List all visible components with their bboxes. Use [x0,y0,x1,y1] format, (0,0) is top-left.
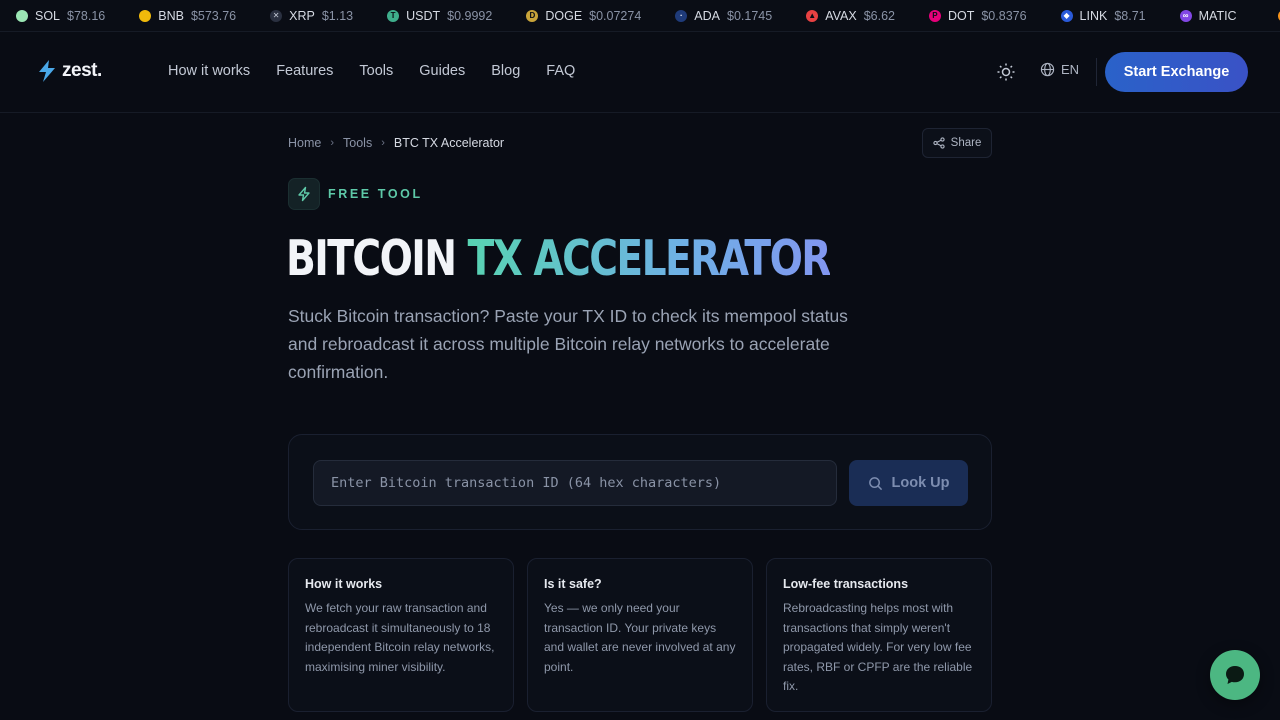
ticker-item: ◆ LINK $8.71 [1060,8,1146,23]
share-button[interactable]: Share [922,128,992,158]
search-card: Look Up [288,434,992,530]
ticker-item: BNB $573.76 [139,9,236,23]
usdt-coin-icon: T [387,9,400,22]
dot-coin-icon: P [928,9,941,22]
nav-blog[interactable]: Blog [491,63,520,79]
main-nav: How it works Features Tools Guides Blog … [168,63,601,79]
ticker-price: $8.71 [1114,8,1146,23]
ticker-item: P DOT $0.8376 [928,8,1027,23]
breadcrumb-tools[interactable]: Tools [343,136,372,150]
ticker-item: D DOGE $0.07274 [526,9,641,23]
ticker-price: $1.13 [321,8,354,23]
logo-text: zest. [62,60,102,81]
nav-features[interactable]: Features [276,63,333,79]
ticker-symbol: LINK [1079,8,1108,23]
start-exchange-button[interactable]: Start Exchange [1105,52,1248,92]
ticker-symbol: XRP [289,8,315,23]
look-up-button[interactable]: Look Up [849,460,968,506]
ticker-symbol: AVAX [825,8,857,23]
ticker-price: $0.07274 [589,8,642,23]
site-header: zest. How it works Features Tools Guides… [0,32,1280,113]
ticker-symbol: SOL [35,8,61,23]
page-title-part1: BITCOIN [286,230,468,287]
nav-how-it-works[interactable]: How it works [168,63,250,79]
ticker-item: ▲ AVAX $6.62 [806,9,895,23]
info-card-title: Low-fee transactions [783,577,909,591]
language-selector[interactable]: EN [1040,62,1079,77]
info-card-title: Is it safe? [544,577,602,591]
link-coin-icon: ◆ [1060,9,1073,22]
look-up-label: Look Up [891,475,950,491]
ticker-symbol: ADA [694,8,720,23]
ticker-symbol: BNB [158,8,184,23]
ticker-item: ✕ XRP $1.13 [270,9,353,23]
ticker-item: SOL $78.16 [16,9,105,23]
doge-coin-icon: D [526,9,539,22]
info-card-how-it-works: How it works We fetch your raw transacti… [288,558,514,712]
tx-id-input[interactable] [313,460,837,506]
page-title-part2: TX ACCELERATOR [467,230,832,287]
matic-coin-icon: ∞ [1179,9,1192,22]
bnb-coin-icon [139,9,152,22]
ticker-price: $78.16 [67,8,106,23]
ticker-symbol: DOGE [545,8,583,23]
free-tool-badge-icon [288,178,320,210]
chat-bubble-icon [1226,666,1244,684]
xrp-coin-icon: ✕ [270,9,283,22]
info-card-body: Rebroadcasting helps most with transacti… [783,601,973,694]
sun-icon [997,63,1015,81]
bolt-logo-icon [39,60,55,82]
page-title: BITCOIN TX ACCELERATOR [286,226,832,292]
nav-faq[interactable]: FAQ [546,63,575,79]
ticker-price: $0.1745 [727,8,773,23]
ada-coin-icon: · [675,9,688,22]
breadcrumb-current: BTC TX Accelerator [393,136,505,150]
ticker-price: $0.8376 [981,8,1027,23]
theme-toggle-button[interactable] [996,62,1016,82]
sol-coin-icon [16,9,28,22]
ticker-symbol: MATIC [1198,8,1237,23]
share-label: Share [950,137,982,149]
ticker-price: $6.62 [863,8,895,23]
ticker-price: $0.9992 [447,8,493,23]
logo[interactable]: zest. [38,60,102,82]
breadcrumb-home[interactable]: Home [288,136,321,150]
info-card-body: We fetch your raw transaction and rebroa… [305,601,495,674]
nav-tools[interactable]: Tools [359,63,393,79]
page-subtitle: Stuck Bitcoin transaction? Paste your TX… [288,306,848,382]
ticker-price: $573.76 [190,8,237,23]
share-icon [933,137,945,149]
ticker-symbol: USDT [406,8,441,23]
price-ticker: SOL $78.16 BNB $573.76 ✕ XRP $1.13 T USDT $0.9992… [0,0,1280,32]
avax-coin-icon: ▲ [806,9,819,22]
breadcrumb: Home › Tools › BTC TX Accelerator [288,136,504,150]
ticker-item: T USDT $0.9992 [387,9,492,23]
info-card-body: Yes — we only need your transaction ID. … [544,601,736,674]
search-icon [868,476,882,490]
chat-button[interactable] [1210,650,1260,700]
chevron-right-icon: › [381,137,385,149]
info-card-is-it-safe: Is it safe? Yes — we only need your tran… [527,558,753,712]
globe-icon [1040,62,1055,77]
header-divider [1096,58,1097,86]
ticker-item: ∞ MATIC [1179,8,1244,23]
ticker-symbol: DOT [947,8,975,23]
info-card-low-fee: Low-fee transactions Rebroadcasting help… [766,558,992,712]
bolt-icon [298,186,310,202]
info-card-title: How it works [305,577,383,591]
nav-guides[interactable]: Guides [419,63,465,79]
free-tool-badge: FREE TOOL [328,187,423,201]
chevron-right-icon: › [330,137,335,149]
language-label: EN [1061,62,1080,77]
ticker-item: · ADA $0.1745 [675,9,772,23]
